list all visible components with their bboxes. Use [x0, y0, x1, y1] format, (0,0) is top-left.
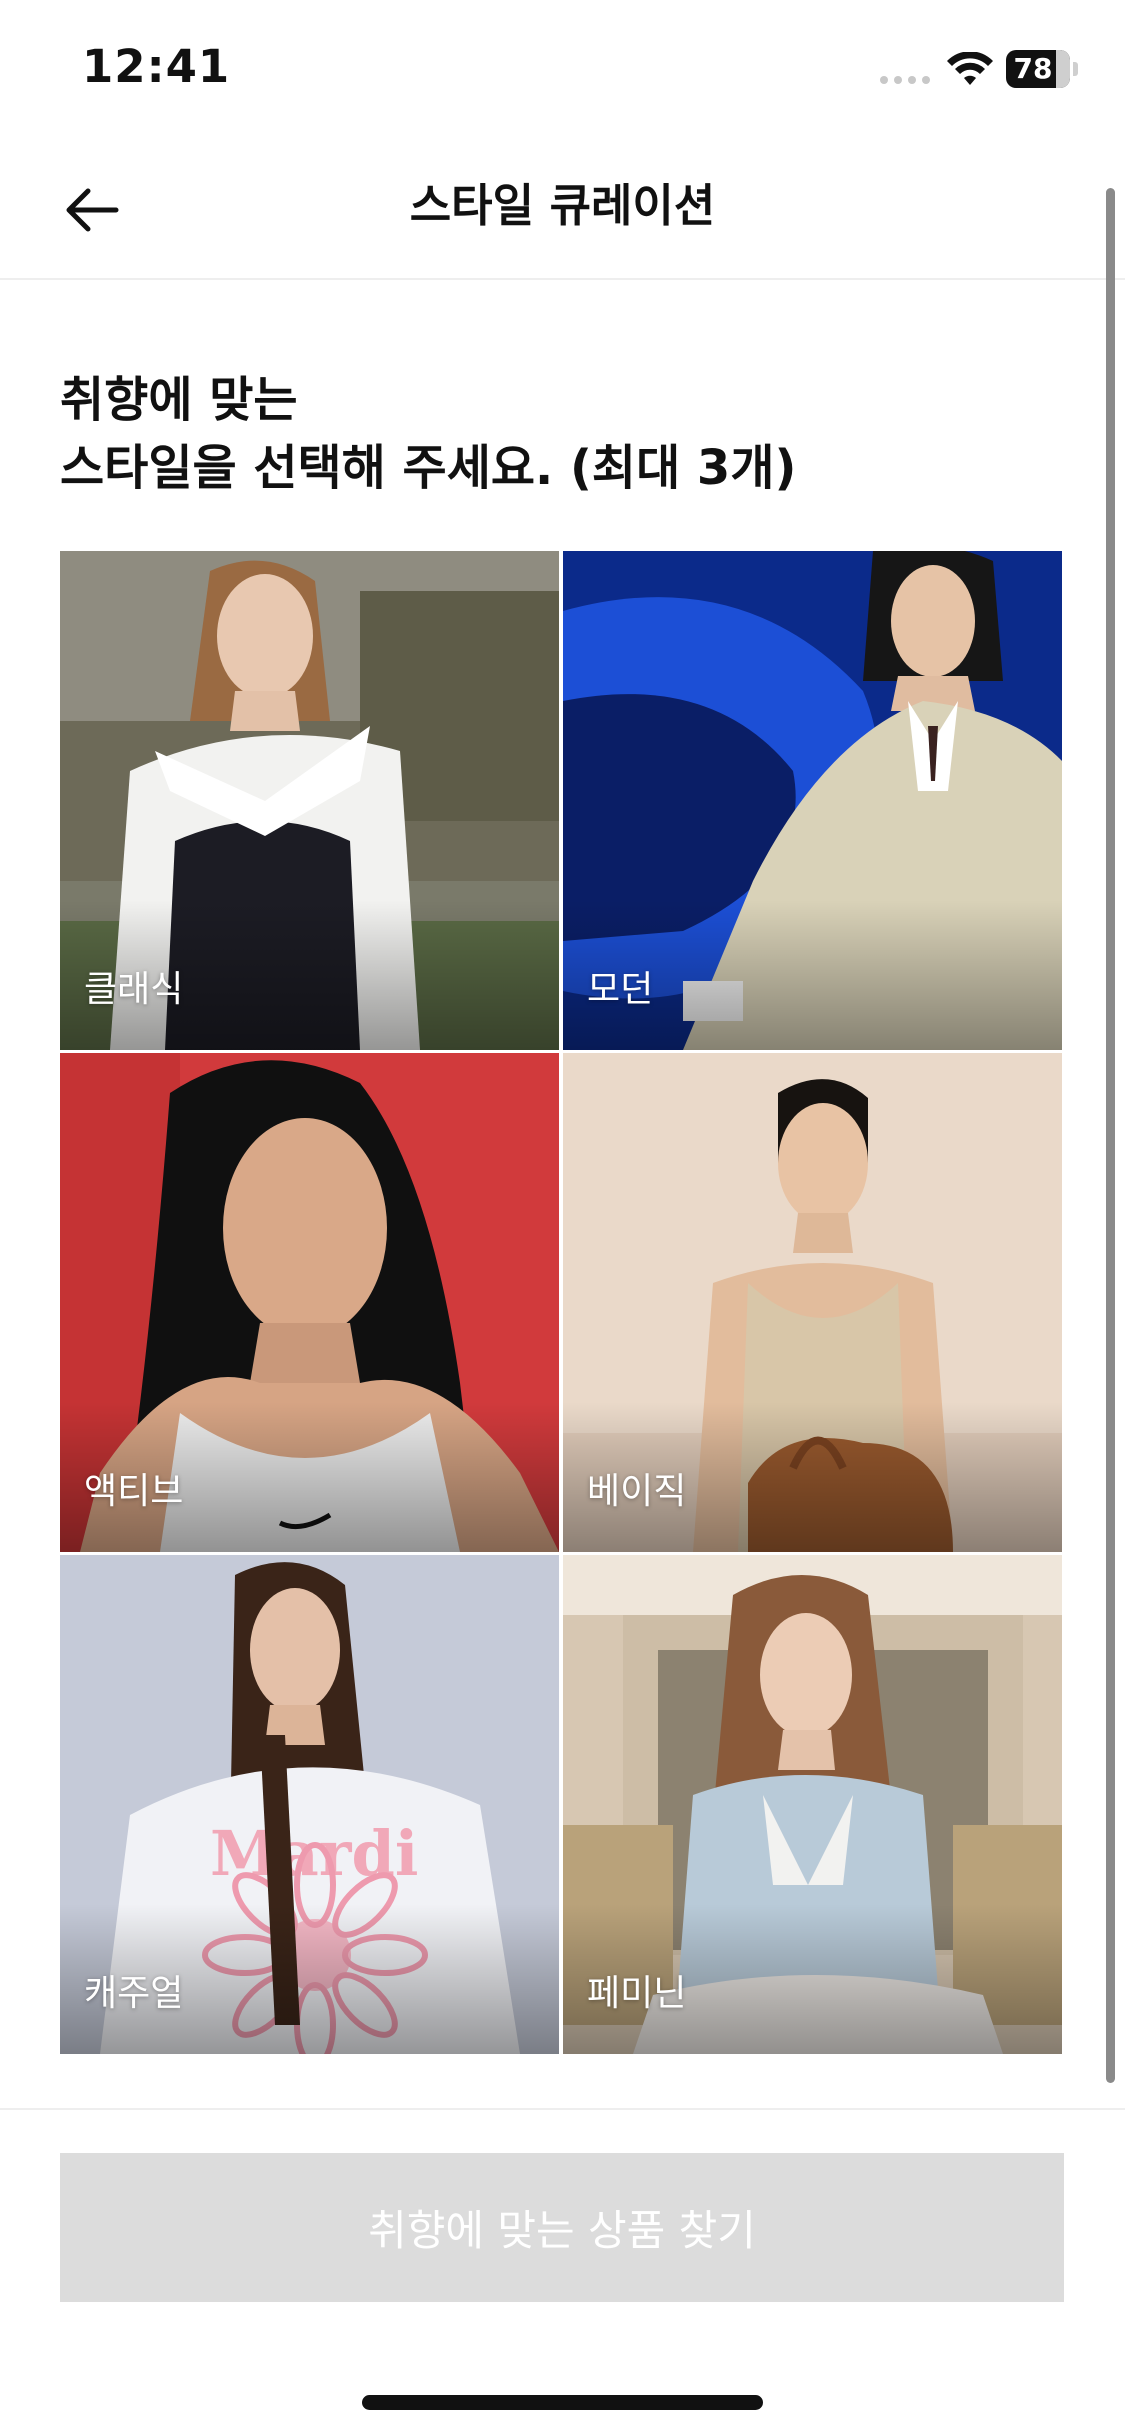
style-label-feminine: 페미닌	[587, 1973, 687, 2014]
page-title: 스타일 큐레이션	[409, 179, 716, 232]
style-label-active: 액티브	[84, 1471, 184, 1512]
wifi-icon	[947, 52, 993, 85]
arrow-left-icon	[66, 188, 119, 232]
style-grid: 클래식 모던 액티브 베이직 Mardi 캐주얼 페미닌	[60, 551, 1062, 2054]
selection-prompt: 취향에 맞는 스타일을 선택해 주세요. (최대 3개)	[60, 366, 1060, 502]
style-option-active[interactable]: 액티브	[60, 1053, 559, 1552]
style-option-casual[interactable]: Mardi 캐주얼	[60, 1555, 559, 2054]
scrollbar[interactable]	[1106, 188, 1115, 2083]
prompt-line-1: 취향에 맞는	[60, 372, 298, 428]
find-products-button[interactable]: 취향에 맞는 상품 찾기	[60, 2153, 1064, 2302]
home-indicator[interactable]	[362, 2395, 763, 2410]
style-option-basic[interactable]: 베이직	[563, 1053, 1062, 1552]
status-bar: 12:41 78	[0, 0, 1125, 140]
style-label-classic: 클래식	[84, 969, 184, 1010]
style-option-modern[interactable]: 모던	[563, 551, 1062, 1050]
back-button[interactable]	[52, 170, 132, 250]
prompt-line-2: 스타일을 선택해 주세요. (최대 3개)	[60, 440, 797, 496]
footer-divider	[0, 2108, 1125, 2110]
battery-level: 78	[1013, 52, 1053, 85]
style-option-feminine[interactable]: 페미닌	[563, 1555, 1062, 2054]
navigation-bar: 스타일 큐레이션	[0, 140, 1125, 280]
status-time: 12:41	[82, 40, 231, 93]
style-option-classic[interactable]: 클래식	[60, 551, 559, 1050]
style-label-casual: 캐주얼	[84, 1973, 184, 2014]
signal-dots-icon	[880, 76, 930, 84]
battery-icon: 78	[1006, 50, 1078, 88]
style-label-modern: 모던	[587, 969, 654, 1010]
style-curation-screen: 12:41 78 스타일 큐레이션 취향에 맞는 스타일을 선택해 주세요. (…	[0, 0, 1125, 2436]
style-label-basic: 베이직	[587, 1471, 687, 1512]
